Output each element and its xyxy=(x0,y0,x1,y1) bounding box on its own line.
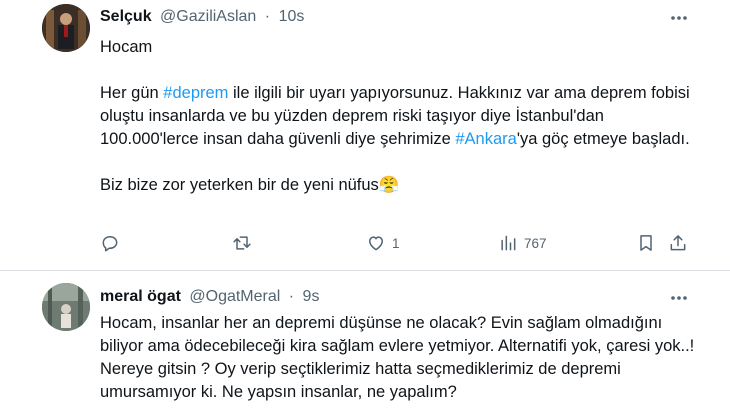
author-name[interactable]: meral ögat xyxy=(100,288,181,305)
avatar-photo-icon xyxy=(42,4,90,52)
retweet-icon xyxy=(233,236,251,250)
more-options-icon[interactable] xyxy=(668,288,690,308)
author-handle[interactable]: @GaziliAslan xyxy=(160,8,256,25)
reply-button[interactable] xyxy=(100,233,120,253)
tweet-meral[interactable]: meral ögat @OgatMeral · 9s Hocam, insanl… xyxy=(0,271,730,420)
author-handle[interactable]: @OgatMeral xyxy=(189,288,280,305)
hashtag-link[interactable]: #Ankara xyxy=(455,130,516,148)
tweet-paragraph: Biz bize zor yeterken bir de yeni nüfus😤 xyxy=(100,174,700,197)
emoji: 😤 xyxy=(378,176,400,194)
separator-dot: · xyxy=(264,8,271,25)
tweet-actions: 1 767 xyxy=(100,233,700,257)
views-count: 767 xyxy=(524,235,547,251)
share-icon xyxy=(670,235,686,251)
tweet-paragraph: Hocam, insanlar her an depremi düşünse n… xyxy=(100,314,695,401)
avatar[interactable] xyxy=(42,4,90,52)
bookmark-button[interactable] xyxy=(636,233,656,253)
text-segment: Her gün xyxy=(100,84,164,102)
hashtag-link[interactable]: #deprem xyxy=(163,84,228,102)
reply-icon xyxy=(102,236,118,252)
like-button[interactable]: 1 xyxy=(366,233,400,253)
tweet-text: Hocam, insanlar her an depremi düşünse n… xyxy=(100,312,700,404)
avatar[interactable] xyxy=(42,283,90,331)
heart-icon xyxy=(369,236,383,251)
tweet-header: meral ögat @OgatMeral · 9s xyxy=(100,288,319,306)
more-options-icon[interactable] xyxy=(668,8,690,28)
views-icon xyxy=(501,235,516,251)
timestamp[interactable]: 10s xyxy=(279,8,305,25)
like-count: 1 xyxy=(392,235,400,251)
views-button[interactable]: 767 xyxy=(498,233,547,253)
avatar-photo-icon xyxy=(42,283,90,331)
tweet-paragraph: Her gün #deprem ile ilgili bir uyarı yap… xyxy=(100,82,700,151)
bookmark-icon xyxy=(640,235,652,251)
tweet-header: Selçuk @GaziliAslan · 10s xyxy=(100,8,304,26)
share-button[interactable] xyxy=(668,233,688,253)
retweet-button[interactable] xyxy=(232,233,252,253)
tweet-selcuk[interactable]: Selçuk @GaziliAslan · 10s Hocam Her gün … xyxy=(0,0,730,271)
text-segment: 'ya göç etmeye başladı. xyxy=(516,130,690,148)
tweet-paragraph: Hocam xyxy=(100,38,153,56)
author-name[interactable]: Selçuk xyxy=(100,8,152,25)
tweet-text: Hocam Her gün #deprem ile ilgili bir uya… xyxy=(100,36,700,197)
separator-dot: · xyxy=(288,288,295,305)
timestamp[interactable]: 9s xyxy=(303,288,320,305)
text-segment: Biz bize zor yeterken bir de yeni nüfus xyxy=(100,176,379,194)
